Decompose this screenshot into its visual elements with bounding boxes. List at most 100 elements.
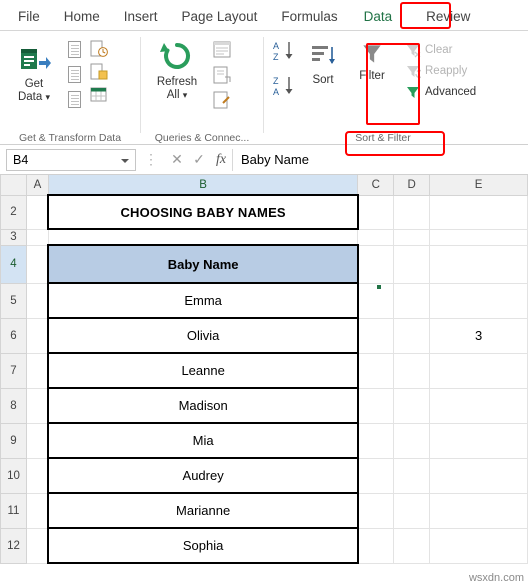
cell-b10[interactable]: Audrey <box>47 457 359 494</box>
sort-button[interactable]: Sort <box>300 35 346 87</box>
cell-b8[interactable]: Madison <box>47 387 359 424</box>
cell-a7[interactable] <box>25 352 49 389</box>
name-box[interactable]: B4 <box>6 148 136 171</box>
cell-a8[interactable] <box>25 387 49 424</box>
row-header-12[interactable]: 12 <box>0 527 27 564</box>
tab-review[interactable]: Review <box>414 5 482 30</box>
cell-e10[interactable] <box>429 457 528 494</box>
from-text-csv-button[interactable] <box>64 39 87 61</box>
sort-ascending-button[interactable]: A Z <box>272 39 298 68</box>
cell-c12[interactable] <box>357 527 395 564</box>
cell-a10[interactable] <box>25 457 49 494</box>
sort-descending-button[interactable]: Z A <box>272 74 298 103</box>
cell-c4[interactable] <box>357 244 395 284</box>
cell-c9[interactable] <box>357 422 395 459</box>
cell-c2[interactable] <box>357 194 395 230</box>
select-all-corner[interactable] <box>0 175 27 196</box>
cell-b7[interactable]: Leanne <box>47 352 359 389</box>
cell-c6[interactable] <box>357 317 395 354</box>
filter-button[interactable]: Filter <box>346 35 398 83</box>
queries-connections-button[interactable] <box>209 39 235 61</box>
cell-b5[interactable]: Emma <box>47 282 359 319</box>
cell-d12[interactable] <box>393 527 431 564</box>
cell-d5[interactable] <box>393 282 431 319</box>
cell-d7[interactable] <box>393 352 431 389</box>
reapply-filter-button[interactable]: Reapply <box>402 62 479 80</box>
cell-e3[interactable] <box>429 228 528 246</box>
row-header-11[interactable]: 11 <box>0 492 27 529</box>
cell-d4[interactable] <box>393 244 431 284</box>
cell-c8[interactable] <box>357 387 395 424</box>
cell-d6[interactable] <box>393 317 431 354</box>
refresh-all-button[interactable]: Refresh All ▾ <box>145 35 209 102</box>
tab-file[interactable]: File <box>6 5 52 30</box>
clear-filter-button[interactable]: Clear <box>402 41 479 59</box>
cell-e2[interactable] <box>429 194 528 230</box>
row-header-8[interactable]: 8 <box>0 387 27 424</box>
cell-c10[interactable] <box>357 457 395 494</box>
tab-home[interactable]: Home <box>52 5 112 30</box>
cell-e12[interactable] <box>429 527 528 564</box>
cancel-entry-icon[interactable]: ✕ <box>166 151 188 168</box>
cell-a5[interactable] <box>25 282 49 319</box>
cell-a2[interactable] <box>25 194 49 230</box>
cell-d2[interactable] <box>393 194 431 230</box>
cell-e6[interactable]: 3 <box>429 317 528 354</box>
cell-c11[interactable] <box>357 492 395 529</box>
properties-button[interactable] <box>209 64 235 86</box>
cell-a12[interactable] <box>25 527 49 564</box>
row-header-5[interactable]: 5 <box>0 282 27 319</box>
row-header-3[interactable]: 3 <box>0 228 27 246</box>
cell-a6[interactable] <box>25 317 49 354</box>
cell-c7[interactable] <box>357 352 395 389</box>
confirm-entry-icon[interactable]: ✓ <box>188 151 210 168</box>
column-header-d[interactable]: D <box>393 175 431 196</box>
row-header-2[interactable]: 2 <box>0 194 27 230</box>
insert-function-icon[interactable]: fx <box>210 152 232 168</box>
cell-e11[interactable] <box>429 492 528 529</box>
column-header-b[interactable]: B <box>47 175 359 196</box>
formula-bar-input[interactable]: Baby Name <box>232 148 528 171</box>
cell-b9[interactable]: Mia <box>47 422 359 459</box>
data-source-settings-button[interactable] <box>87 85 111 105</box>
cell-a9[interactable] <box>25 422 49 459</box>
column-header-a[interactable]: A <box>25 175 49 196</box>
cell-e9[interactable] <box>429 422 528 459</box>
row-header-7[interactable]: 7 <box>0 352 27 389</box>
cell-c3[interactable] <box>357 228 395 246</box>
get-data-button[interactable]: Get Data ▾ <box>4 35 64 104</box>
tab-insert[interactable]: Insert <box>112 5 170 30</box>
cell-e8[interactable] <box>429 387 528 424</box>
advanced-filter-button[interactable]: Advanced <box>402 83 479 101</box>
row-header-9[interactable]: 9 <box>0 422 27 459</box>
cell-e4[interactable] <box>429 244 528 284</box>
cell-d9[interactable] <box>393 422 431 459</box>
tab-formulas[interactable]: Formulas <box>269 5 349 30</box>
cell-a11[interactable] <box>25 492 49 529</box>
from-table-range-button[interactable] <box>64 89 87 111</box>
cell-a4[interactable] <box>25 244 49 284</box>
selection-fill-handle[interactable] <box>376 284 382 290</box>
cell-d8[interactable] <box>393 387 431 424</box>
column-header-c[interactable]: C <box>357 175 395 196</box>
cell-e7[interactable] <box>429 352 528 389</box>
cell-b2-title[interactable]: CHOOSING BABY NAMES <box>47 194 359 230</box>
column-header-e[interactable]: E <box>429 175 528 196</box>
recent-sources-button[interactable] <box>87 39 111 59</box>
cell-d10[interactable] <box>393 457 431 494</box>
edit-links-button[interactable] <box>209 89 235 111</box>
cell-e5[interactable] <box>429 282 528 319</box>
cell-d11[interactable] <box>393 492 431 529</box>
cell-b6[interactable]: Olivia <box>47 317 359 354</box>
cell-d3[interactable] <box>393 228 431 246</box>
from-web-button[interactable] <box>64 64 87 86</box>
row-header-10[interactable]: 10 <box>0 457 27 494</box>
row-header-4[interactable]: 4 <box>0 244 27 284</box>
tab-data[interactable]: Data <box>352 5 405 30</box>
cell-b3[interactable] <box>47 228 359 246</box>
cell-b4-header[interactable]: Baby Name <box>47 244 359 284</box>
tab-page-layout[interactable]: Page Layout <box>170 5 270 30</box>
cell-b12[interactable]: Sophia <box>47 527 359 564</box>
row-header-6[interactable]: 6 <box>0 317 27 354</box>
existing-connections-button[interactable] <box>87 62 111 82</box>
